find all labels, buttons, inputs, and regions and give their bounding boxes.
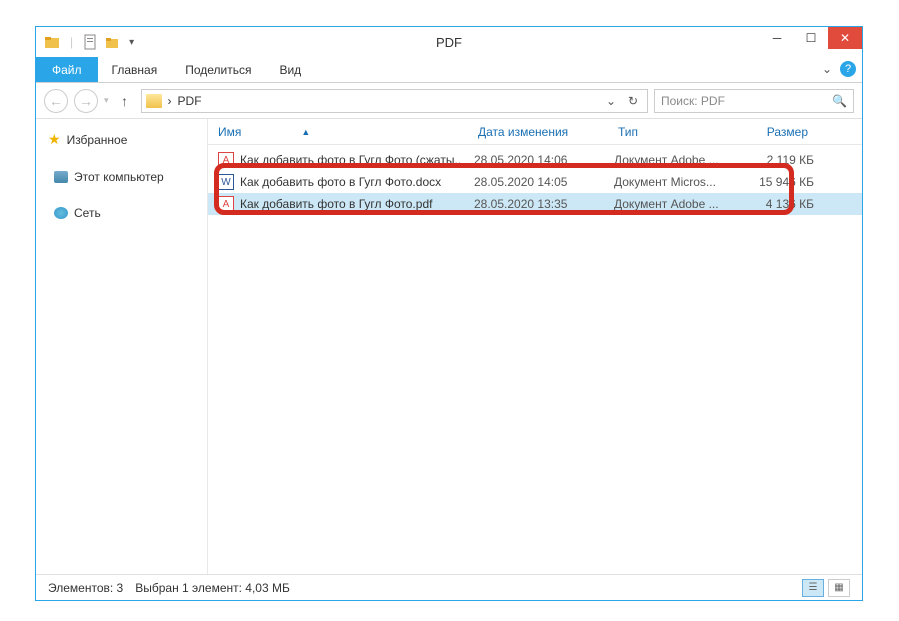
- file-type: Документ Adobe ...: [614, 197, 734, 211]
- window-title: PDF: [436, 35, 462, 50]
- status-count: Элементов: 3: [48, 581, 123, 595]
- up-button[interactable]: ↑: [115, 91, 135, 111]
- tab-share[interactable]: Поделиться: [171, 57, 265, 82]
- pdf-icon: A: [218, 196, 234, 212]
- column-headers: Имя ▲ Дата изменения Тип Размер: [208, 119, 862, 145]
- back-button[interactable]: ←: [44, 89, 68, 113]
- view-details-button[interactable]: ☰: [802, 579, 824, 597]
- history-dropdown-icon[interactable]: ▾: [104, 95, 109, 106]
- view-icons-button[interactable]: ▦: [828, 579, 850, 597]
- file-name: Как добавить фото в Гугл Фото (сжаты..: [240, 153, 474, 167]
- status-selection: Выбран 1 элемент: 4,03 МБ: [135, 581, 290, 595]
- sidebar-item-computer[interactable]: Этот компьютер: [36, 166, 207, 188]
- file-row[interactable]: W Как добавить фото в Гугл Фото.docx28.05…: [208, 171, 862, 193]
- column-name[interactable]: Имя ▲: [208, 125, 468, 139]
- address-bar[interactable]: › PDF ⌄ ↻: [141, 89, 648, 113]
- file-list: Имя ▲ Дата изменения Тип Размер A Как доб…: [208, 119, 862, 574]
- file-row[interactable]: A Как добавить фото в Гугл Фото.pdf28.05.…: [208, 193, 862, 215]
- sidebar-label: Сеть: [74, 206, 101, 220]
- computer-icon: [54, 171, 68, 183]
- explorer-window: | ▾ PDF ─ ☐ ✕ Файл Главная Поделиться Ви…: [35, 26, 863, 601]
- file-size: 4 136 КБ: [734, 197, 824, 211]
- maximize-button[interactable]: ☐: [794, 27, 828, 49]
- star-icon: ★: [48, 131, 61, 148]
- file-size: 2 119 КБ: [734, 153, 824, 167]
- file-row[interactable]: AКак добавить фото в Гугл Фото (сжаты..2…: [208, 149, 862, 171]
- titlebar: | ▾ PDF ─ ☐ ✕: [36, 27, 862, 57]
- address-dropdown-icon[interactable]: ⌄: [601, 94, 621, 108]
- sidebar-label: Этот компьютер: [74, 170, 164, 184]
- doc-icon: W: [218, 174, 234, 190]
- folder-icon: [146, 94, 162, 108]
- content-area: ★ Избранное Этот компьютер Сеть Имя ▲ Да…: [36, 119, 862, 574]
- forward-button[interactable]: →: [74, 89, 98, 113]
- search-placeholder: Поиск: PDF: [661, 94, 725, 108]
- file-type: Документ Adobe ...: [614, 153, 734, 167]
- window-controls: ─ ☐ ✕: [760, 27, 862, 49]
- folder-icon: [44, 34, 60, 50]
- quick-access-toolbar: | ▾: [36, 34, 134, 50]
- tab-home[interactable]: Главная: [98, 57, 172, 82]
- help-icon[interactable]: ?: [840, 61, 856, 77]
- file-tab[interactable]: Файл: [36, 57, 98, 82]
- file-date: 28.05.2020 13:35: [474, 197, 614, 211]
- column-size[interactable]: Размер: [728, 125, 818, 139]
- separator: |: [70, 35, 73, 49]
- navigation-pane: ★ Избранное Этот компьютер Сеть: [36, 119, 208, 574]
- file-size: 15 946 КБ: [734, 175, 824, 189]
- navigation-bar: ← → ▾ ↑ › PDF ⌄ ↻ Поиск: PDF 🔍: [36, 83, 862, 119]
- sort-indicator-icon: ▲: [301, 127, 310, 137]
- refresh-icon[interactable]: ↻: [623, 94, 643, 108]
- qat-dropdown-icon[interactable]: ▾: [129, 37, 134, 48]
- file-date: 28.05.2020 14:06: [474, 153, 614, 167]
- sidebar-item-network[interactable]: Сеть: [36, 202, 207, 224]
- ribbon-expand-icon[interactable]: ⌄: [822, 62, 832, 76]
- file-name: Как добавить фото в Гугл Фото.docx: [240, 175, 474, 189]
- column-type[interactable]: Тип: [608, 125, 728, 139]
- sidebar-label: Избранное: [67, 133, 128, 147]
- breadcrumb-current[interactable]: PDF: [178, 94, 202, 108]
- new-folder-icon[interactable]: [105, 34, 121, 50]
- close-button[interactable]: ✕: [828, 27, 862, 49]
- file-date: 28.05.2020 14:05: [474, 175, 614, 189]
- column-date[interactable]: Дата изменения: [468, 125, 608, 139]
- breadcrumb-arrow[interactable]: ›: [168, 94, 172, 108]
- network-icon: [54, 207, 68, 219]
- file-rows: AКак добавить фото в Гугл Фото (сжаты..2…: [208, 145, 862, 215]
- status-bar: Элементов: 3 Выбран 1 элемент: 4,03 МБ ☰…: [36, 574, 862, 600]
- search-icon: 🔍: [832, 94, 847, 108]
- search-input[interactable]: Поиск: PDF 🔍: [654, 89, 854, 113]
- ribbon: Файл Главная Поделиться Вид ⌄ ?: [36, 57, 862, 83]
- tab-view[interactable]: Вид: [265, 57, 315, 82]
- file-name: Как добавить фото в Гугл Фото.pdf: [240, 197, 474, 211]
- file-type: Документ Micros...: [614, 175, 734, 189]
- sidebar-item-favorites[interactable]: ★ Избранное: [36, 127, 207, 152]
- minimize-button[interactable]: ─: [760, 27, 794, 49]
- properties-icon[interactable]: [83, 34, 99, 50]
- pdf-icon: A: [218, 152, 234, 168]
